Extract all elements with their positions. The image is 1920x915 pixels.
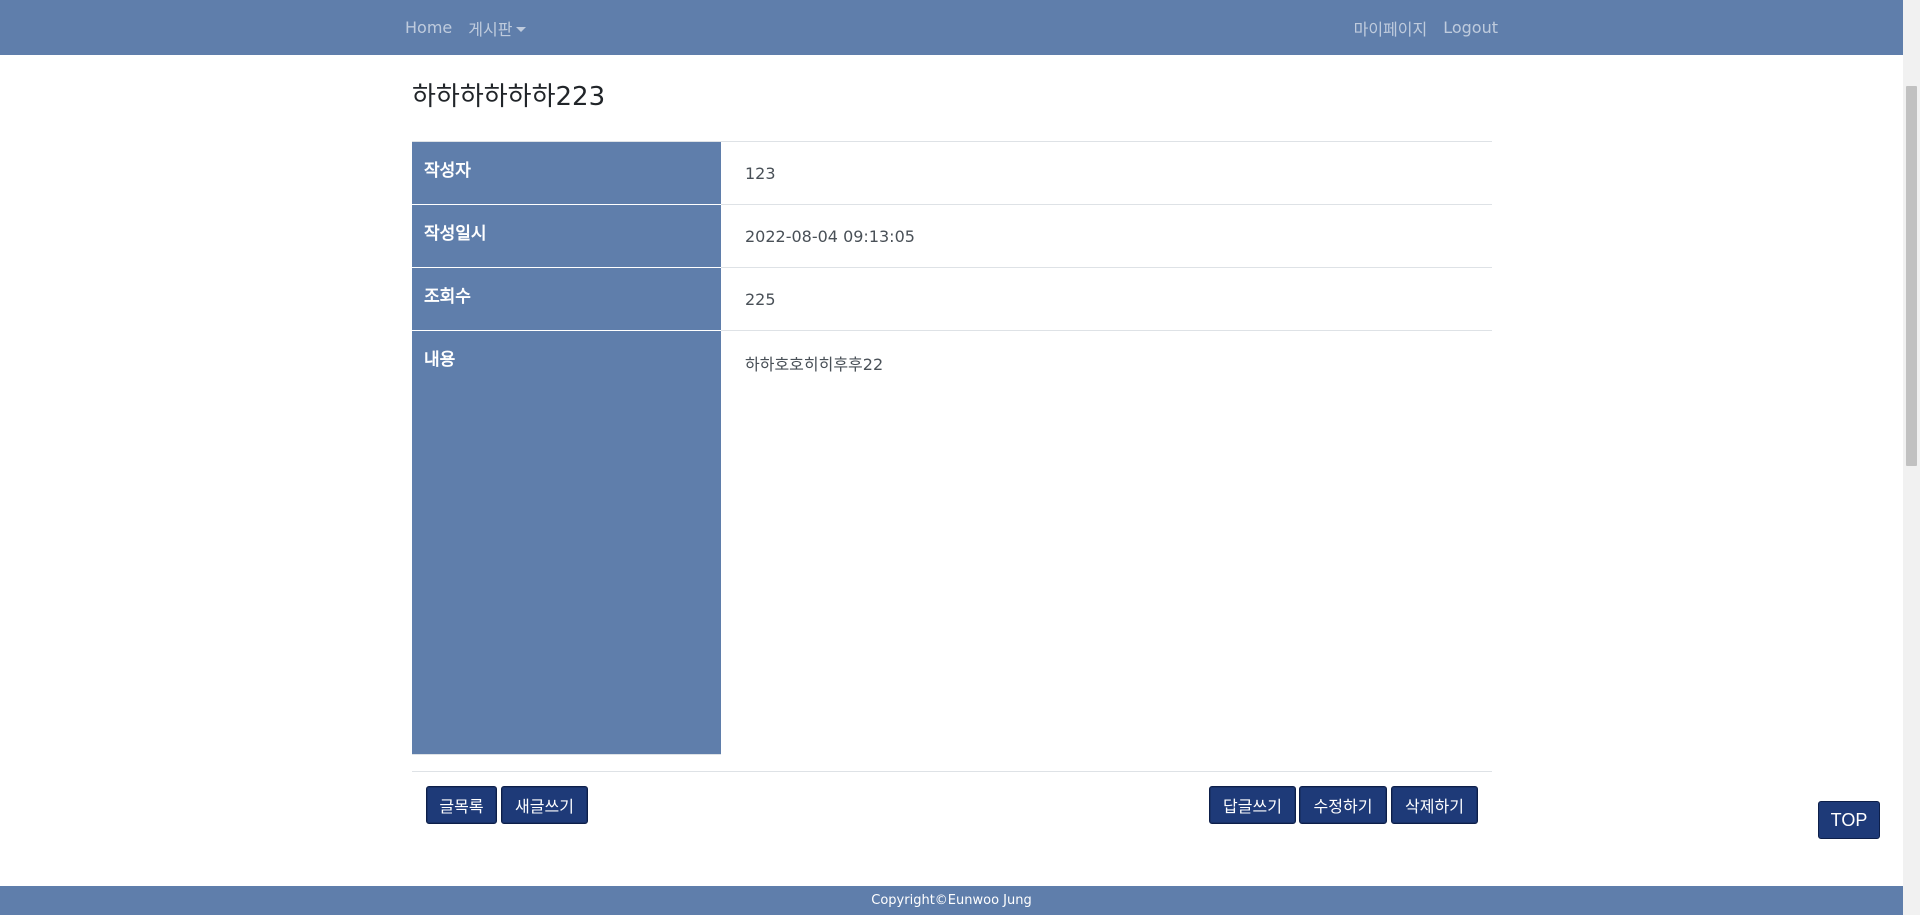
nav-board-label: 게시판 <box>468 19 513 39</box>
table-row-content: 내용 하하호호히히후후22 <box>412 330 1492 755</box>
scroll-top-button[interactable]: TOP <box>1818 801 1880 839</box>
page-footer: Copyright©Eunwoo Jung <box>0 886 1903 915</box>
post-title: 하하하하하하223 <box>412 82 606 112</box>
list-button[interactable]: 글목록 <box>426 786 497 824</box>
divider <box>412 771 1492 772</box>
nav-logout-link[interactable]: Logout <box>1435 18 1498 37</box>
vertical-scrollbar[interactable] <box>1903 0 1920 915</box>
table-row-author: 작성자 123 <box>412 141 1492 205</box>
date-label: 작성일시 <box>412 204 721 268</box>
top-navbar: Home 게시판 마이페이지 Logout <box>0 0 1903 55</box>
edit-button[interactable]: 수정하기 <box>1299 786 1387 824</box>
views-value: 225 <box>721 267 1492 331</box>
delete-button[interactable]: 삭제하기 <box>1391 786 1478 824</box>
nav-mypage-link[interactable]: 마이페이지 <box>1346 16 1436 40</box>
nav-board-dropdown[interactable]: 게시판 <box>460 16 534 40</box>
author-value: 123 <box>721 141 1492 205</box>
chevron-down-icon <box>516 26 527 32</box>
new-post-button[interactable]: 새글쓰기 <box>501 786 588 824</box>
nav-home-link[interactable]: Home <box>405 18 460 37</box>
reply-button[interactable]: 답글쓰기 <box>1209 786 1296 824</box>
copyright-text: Copyright©Eunwoo Jung <box>871 893 1032 908</box>
nav-right-group: 마이페이지 Logout <box>1346 0 1498 55</box>
table-row-date: 작성일시 2022-08-04 09:13:05 <box>412 204 1492 268</box>
scrollbar-thumb[interactable] <box>1906 86 1917 466</box>
date-value: 2022-08-04 09:13:05 <box>721 204 1492 268</box>
content-label: 내용 <box>412 330 721 755</box>
table-row-views: 조회수 225 <box>412 267 1492 331</box>
post-detail-table: 작성자 123 작성일시 2022-08-04 09:13:05 조회수 225… <box>412 141 1492 755</box>
content-value: 하하호호히히후후22 <box>745 355 884 374</box>
nav-left-group: Home 게시판 <box>405 0 534 55</box>
author-label: 작성자 <box>412 141 721 205</box>
views-label: 조회수 <box>412 267 721 331</box>
